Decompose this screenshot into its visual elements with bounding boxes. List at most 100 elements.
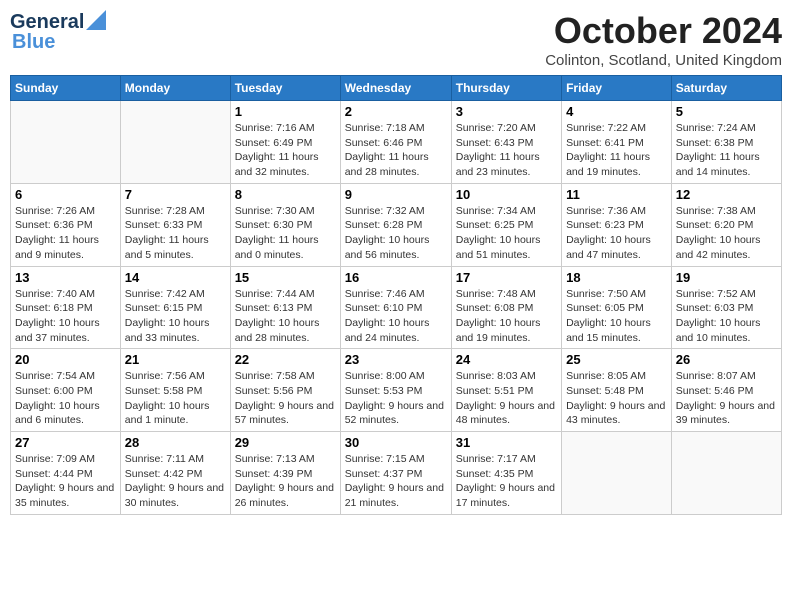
day-info: Sunrise: 7:30 AMSunset: 6:30 PMDaylight:… [235,204,336,263]
day-number: 5 [676,104,777,119]
calendar-cell [562,432,672,515]
calendar-cell: 11 Sunrise: 7:36 AMSunset: 6:23 PMDayligh… [562,183,672,266]
day-number: 4 [566,104,667,119]
day-number: 26 [676,352,777,367]
weekday-header: Saturday [671,76,781,101]
day-number: 9 [345,187,447,202]
day-info: Sunrise: 7:50 AMSunset: 6:05 PMDaylight:… [566,287,667,346]
day-info: Sunrise: 7:26 AMSunset: 6:36 PMDaylight:… [15,204,116,263]
calendar-cell: 22Sunrise: 7:58 AMSunset: 5:56 PMDayligh… [230,349,340,432]
calendar-cell: 31 Sunrise: 7:17 AMSunset: 4:35 PMDayligh… [451,432,561,515]
day-number: 13 [15,270,116,285]
day-info: Sunrise: 7:44 AMSunset: 6:13 PMDaylight:… [235,287,336,346]
day-info: Sunrise: 7:46 AMSunset: 6:10 PMDaylight:… [345,287,447,346]
calendar-cell: 5 Sunrise: 7:24 AMSunset: 6:38 PMDaylight… [671,101,781,184]
weekday-header: Wednesday [340,76,451,101]
calendar-cell: 26 Sunrise: 8:07 AMSunset: 5:46 PMDayligh… [671,349,781,432]
calendar-cell: 17 Sunrise: 7:48 AMSunset: 6:08 PMDayligh… [451,266,561,349]
day-info: Sunrise: 7:48 AMSunset: 6:08 PMDaylight:… [456,287,557,346]
day-info: Sunrise: 7:54 AMSunset: 6:00 PMDaylight:… [15,369,116,428]
day-info: Sunrise: 8:05 AMSunset: 5:48 PMDaylight:… [566,369,667,428]
day-info: Sunrise: 7:38 AMSunset: 6:20 PMDaylight:… [676,204,777,263]
day-info: Sunrise: 8:00 AMSunset: 5:53 PMDaylight:… [345,369,447,428]
day-number: 12 [676,187,777,202]
day-info: Sunrise: 7:13 AMSunset: 4:39 PMDaylight:… [235,452,336,511]
day-number: 10 [456,187,557,202]
calendar-cell: 16Sunrise: 7:46 AMSunset: 6:10 PMDayligh… [340,266,451,349]
day-number: 8 [235,187,336,202]
day-number: 7 [125,187,226,202]
week-row: 6 Sunrise: 7:26 AMSunset: 6:36 PMDaylight… [11,183,782,266]
day-info: Sunrise: 8:03 AMSunset: 5:51 PMDaylight:… [456,369,557,428]
day-info: Sunrise: 7:32 AMSunset: 6:28 PMDaylight:… [345,204,447,263]
day-number: 1 [235,104,336,119]
calendar-cell: 27Sunrise: 7:09 AMSunset: 4:44 PMDayligh… [11,432,121,515]
weekday-header: Friday [562,76,672,101]
day-info: Sunrise: 7:11 AMSunset: 4:42 PMDaylight:… [125,452,226,511]
logo-blue: Blue [12,31,55,54]
week-row: 20Sunrise: 7:54 AMSunset: 6:00 PMDayligh… [11,349,782,432]
day-number: 30 [345,435,447,450]
calendar-cell: 29 Sunrise: 7:13 AMSunset: 4:39 PMDayligh… [230,432,340,515]
calendar-cell: 28 Sunrise: 7:11 AMSunset: 4:42 PMDayligh… [120,432,230,515]
day-number: 2 [345,104,447,119]
day-info: Sunrise: 7:56 AMSunset: 5:58 PMDaylight:… [125,369,226,428]
day-number: 14 [125,270,226,285]
week-row: 27Sunrise: 7:09 AMSunset: 4:44 PMDayligh… [11,432,782,515]
page-header: General Blue October 2024 Colinton, Scot… [10,10,782,69]
day-info: Sunrise: 7:28 AMSunset: 6:33 PMDaylight:… [125,204,226,263]
day-number: 18 [566,270,667,285]
day-number: 19 [676,270,777,285]
day-info: Sunrise: 7:34 AMSunset: 6:25 PMDaylight:… [456,204,557,263]
calendar-cell: 10 Sunrise: 7:34 AMSunset: 6:25 PMDayligh… [451,183,561,266]
day-number: 23 [345,352,447,367]
calendar-cell [120,101,230,184]
day-info: Sunrise: 7:24 AMSunset: 6:38 PMDaylight:… [676,121,777,180]
title-section: October 2024 Colinton, Scotland, United … [545,10,782,69]
calendar-cell: 15 Sunrise: 7:44 AMSunset: 6:13 PMDayligh… [230,266,340,349]
logo: General Blue [10,10,106,54]
day-info: Sunrise: 7:42 AMSunset: 6:15 PMDaylight:… [125,287,226,346]
day-number: 3 [456,104,557,119]
calendar-cell: 12 Sunrise: 7:38 AMSunset: 6:20 PMDayligh… [671,183,781,266]
calendar-cell: 7 Sunrise: 7:28 AMSunset: 6:33 PMDaylight… [120,183,230,266]
weekday-header: Tuesday [230,76,340,101]
calendar-cell: 3Sunrise: 7:20 AMSunset: 6:43 PMDaylight… [451,101,561,184]
weekday-header-row: SundayMondayTuesdayWednesdayThursdayFrid… [11,76,782,101]
day-info: Sunrise: 7:17 AMSunset: 4:35 PMDaylight:… [456,452,557,511]
day-info: Sunrise: 7:16 AMSunset: 6:49 PMDaylight:… [235,121,336,180]
day-number: 28 [125,435,226,450]
day-number: 29 [235,435,336,450]
calendar-cell: 8 Sunrise: 7:30 AMSunset: 6:30 PMDaylight… [230,183,340,266]
day-number: 11 [566,187,667,202]
day-number: 15 [235,270,336,285]
calendar-cell [671,432,781,515]
calendar-cell: 23 Sunrise: 8:00 AMSunset: 5:53 PMDayligh… [340,349,451,432]
weekday-header: Sunday [11,76,121,101]
day-info: Sunrise: 7:09 AMSunset: 4:44 PMDaylight:… [15,452,116,511]
day-number: 6 [15,187,116,202]
calendar-cell [11,101,121,184]
day-info: Sunrise: 7:18 AMSunset: 6:46 PMDaylight:… [345,121,447,180]
calendar-cell: 30Sunrise: 7:15 AMSunset: 4:37 PMDayligh… [340,432,451,515]
day-info: Sunrise: 8:07 AMSunset: 5:46 PMDaylight:… [676,369,777,428]
day-number: 31 [456,435,557,450]
week-row: 1 Sunrise: 7:16 AMSunset: 6:49 PMDaylight… [11,101,782,184]
calendar-cell: 25Sunrise: 8:05 AMSunset: 5:48 PMDayligh… [562,349,672,432]
logo-arrow-icon [86,10,106,30]
calendar-cell: 13 Sunrise: 7:40 AMSunset: 6:18 PMDayligh… [11,266,121,349]
day-info: Sunrise: 7:40 AMSunset: 6:18 PMDaylight:… [15,287,116,346]
calendar-cell: 24Sunrise: 8:03 AMSunset: 5:51 PMDayligh… [451,349,561,432]
calendar-cell: 1 Sunrise: 7:16 AMSunset: 6:49 PMDaylight… [230,101,340,184]
calendar-table: SundayMondayTuesdayWednesdayThursdayFrid… [10,75,782,515]
calendar-cell: 2 Sunrise: 7:18 AMSunset: 6:46 PMDaylight… [340,101,451,184]
calendar-cell: 6 Sunrise: 7:26 AMSunset: 6:36 PMDaylight… [11,183,121,266]
day-number: 17 [456,270,557,285]
week-row: 13 Sunrise: 7:40 AMSunset: 6:18 PMDayligh… [11,266,782,349]
day-info: Sunrise: 7:58 AMSunset: 5:56 PMDaylight:… [235,369,336,428]
calendar-cell: 4Sunrise: 7:22 AMSunset: 6:41 PMDaylight… [562,101,672,184]
calendar-cell: 14 Sunrise: 7:42 AMSunset: 6:15 PMDayligh… [120,266,230,349]
day-info: Sunrise: 7:36 AMSunset: 6:23 PMDaylight:… [566,204,667,263]
calendar-cell: 19Sunrise: 7:52 AMSunset: 6:03 PMDayligh… [671,266,781,349]
month-title: October 2024 [545,10,782,52]
